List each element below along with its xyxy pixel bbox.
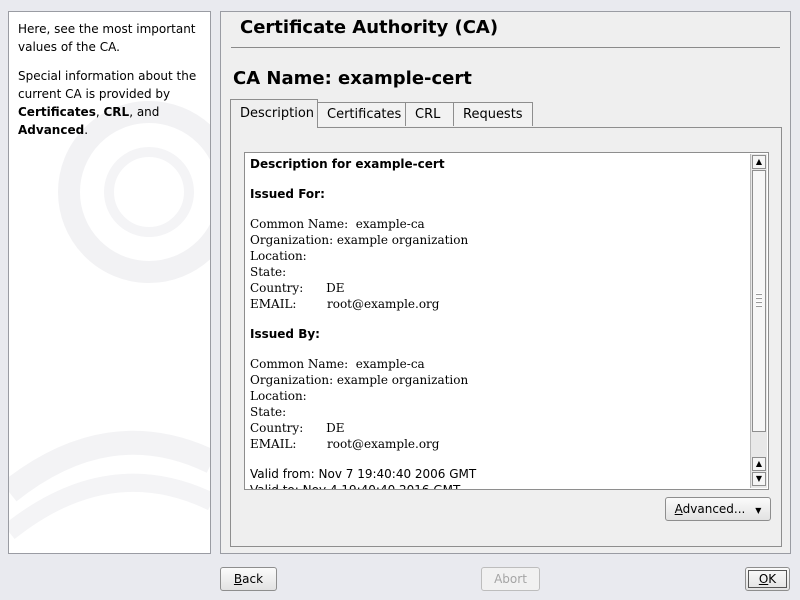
scrollbar-thumb[interactable] xyxy=(752,170,766,432)
issued-by-line: State: xyxy=(250,405,287,419)
scroll-up-icon[interactable]: ▲ xyxy=(752,155,766,169)
help-keyword-crl: CRL xyxy=(103,105,130,119)
issued-for-line: State: xyxy=(250,265,287,279)
issued-for-line: EMAIL: root@example.org xyxy=(250,297,440,311)
description-tab-panel: Description for example-cert Issued For:… xyxy=(230,127,782,547)
tab-requests[interactable]: Requests xyxy=(453,102,533,126)
help-intro: Here, see the most important values of t… xyxy=(18,22,196,54)
mnemonic: O xyxy=(758,572,769,586)
abort-button[interactable]: Abort xyxy=(481,567,540,591)
vertical-scrollbar[interactable]: ▲ ▲ ▼ xyxy=(750,154,767,488)
description-textbox[interactable]: Description for example-cert Issued For:… xyxy=(244,152,769,490)
help-text: . xyxy=(84,123,89,137)
description-content: Description for example-cert Issued For:… xyxy=(250,156,748,490)
mnemonic: A xyxy=(674,502,683,516)
help-panel: Here, see the most important values of t… xyxy=(8,11,211,554)
ok-button[interactable]: OK xyxy=(745,567,790,591)
issued-by-line: Location: xyxy=(250,389,307,403)
tab-description[interactable]: Description xyxy=(230,99,318,128)
help-text: , and xyxy=(129,105,160,119)
valid-from: Valid from: Nov 7 19:40:40 2006 GMT xyxy=(250,467,477,481)
help-keyword-certificates: Certificates xyxy=(18,105,96,119)
help-text: Special information about the current CA… xyxy=(18,69,197,101)
issued-for-line: Country: DE xyxy=(250,281,345,295)
issued-for-title: Issued For: xyxy=(250,187,325,201)
issued-for-line: Location: xyxy=(250,249,307,263)
issued-by-line: Organization: example organization xyxy=(250,373,469,387)
issued-by-line: Country: DE xyxy=(250,421,345,435)
description-header: Description for example-cert xyxy=(250,157,445,171)
advanced-menu-button[interactable]: Advanced... ▼ xyxy=(665,497,771,521)
main-panel: Certificate Authority (CA) CA Name: exam… xyxy=(220,11,791,554)
back-button[interactable]: Back xyxy=(220,567,277,591)
button-label: ack xyxy=(242,572,264,586)
button-label: K xyxy=(768,572,777,586)
scroll-down-icon[interactable]: ▼ xyxy=(752,472,766,486)
grip-icon xyxy=(756,293,762,309)
button-label: dvanced... xyxy=(682,502,746,516)
tab-certificates[interactable]: Certificates xyxy=(317,102,406,126)
valid-to: Valid to: Nov 4 19:40:40 2016 GMT xyxy=(250,483,461,490)
issued-for-line: Common Name: example-ca xyxy=(250,217,425,231)
help-details: Special information about the current CA… xyxy=(18,67,201,139)
issued-by-line: Common Name: example-ca xyxy=(250,357,425,371)
issued-by-line: EMAIL: root@example.org xyxy=(250,437,440,451)
page-title: Certificate Authority (CA) xyxy=(240,17,499,38)
scroll-up-icon[interactable]: ▲ xyxy=(752,457,766,471)
issued-by-title: Issued By: xyxy=(250,327,320,341)
issued-for-line: Organization: example organization xyxy=(250,233,469,247)
mnemonic: B xyxy=(233,572,243,586)
title-divider xyxy=(231,47,780,48)
dropdown-arrow-icon: ▼ xyxy=(755,506,762,515)
ca-name-heading: CA Name: example-cert xyxy=(233,68,472,89)
tab-crl[interactable]: CRL xyxy=(405,102,454,126)
watermark-swirl-icon xyxy=(9,430,210,540)
help-keyword-advanced: Advanced xyxy=(18,123,85,137)
